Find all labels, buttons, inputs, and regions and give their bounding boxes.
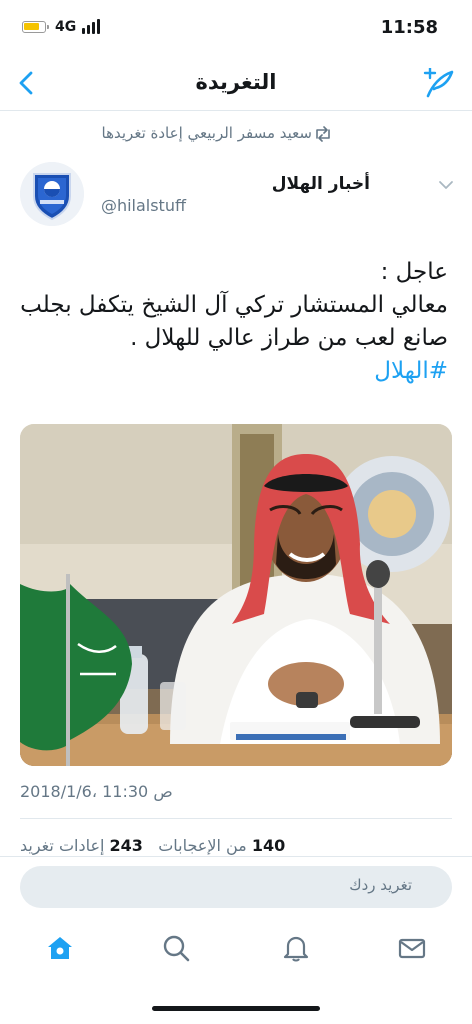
messages-envelope-icon[interactable] bbox=[398, 934, 426, 962]
home-icon[interactable] bbox=[46, 934, 74, 962]
tweet-timestamp: 2018/1/6، 11:30 ص bbox=[20, 782, 173, 801]
hashtag-link[interactable]: #الهلال bbox=[18, 355, 448, 388]
chevron-down-icon[interactable] bbox=[438, 180, 454, 190]
tweet-text: عاجل : معالي المستشار تركي آل الشيخ يتكف… bbox=[18, 256, 448, 388]
tweet-line-2: معالي المستشار تركي آل الشيخ يتكفل بجلب bbox=[20, 292, 448, 318]
nav-bar: التغريدة bbox=[0, 56, 472, 111]
home-indicator bbox=[152, 1006, 320, 1011]
retweets-count[interactable]: 243 bbox=[110, 836, 143, 855]
author-handle[interactable]: @hilalstuff bbox=[101, 196, 186, 215]
network-label: 4G bbox=[55, 19, 77, 35]
avatar[interactable] bbox=[20, 162, 84, 226]
notifications-bell-icon[interactable] bbox=[282, 934, 310, 962]
tweet-stats: 140 من الإعجابات 243 إعادات تغريد bbox=[20, 836, 285, 855]
reply-placeholder: تغريد ردك bbox=[349, 876, 412, 894]
hilal-logo-icon bbox=[20, 162, 84, 226]
battery-icon bbox=[22, 21, 49, 33]
likes-label[interactable]: من الإعجابات bbox=[158, 836, 247, 855]
status-time: 11:58 bbox=[380, 17, 438, 38]
likes-count[interactable]: 140 bbox=[252, 836, 285, 855]
tweet-photo[interactable] bbox=[20, 424, 452, 766]
author-name[interactable]: أخبار الهلال bbox=[272, 174, 370, 194]
signal-icon bbox=[82, 19, 100, 34]
reply-input[interactable]: تغريد ردك bbox=[20, 866, 452, 908]
page-title: التغريدة bbox=[195, 70, 277, 94]
retweets-label[interactable]: إعادات تغريد bbox=[20, 836, 104, 855]
tweet-line-3: صانع لعب من طراز عالي للهلال . bbox=[130, 325, 448, 351]
search-icon[interactable] bbox=[162, 934, 190, 962]
retweeted-by-label[interactable]: سعيد مسفر الربيعي إعادة تغريدها bbox=[102, 124, 312, 142]
tweet-line-1: عاجل : bbox=[380, 259, 448, 285]
retweet-icon bbox=[316, 126, 330, 142]
compose-tweet-icon[interactable] bbox=[422, 68, 456, 98]
divider bbox=[20, 818, 452, 819]
status-bar: 4G 11:58 bbox=[0, 0, 472, 56]
